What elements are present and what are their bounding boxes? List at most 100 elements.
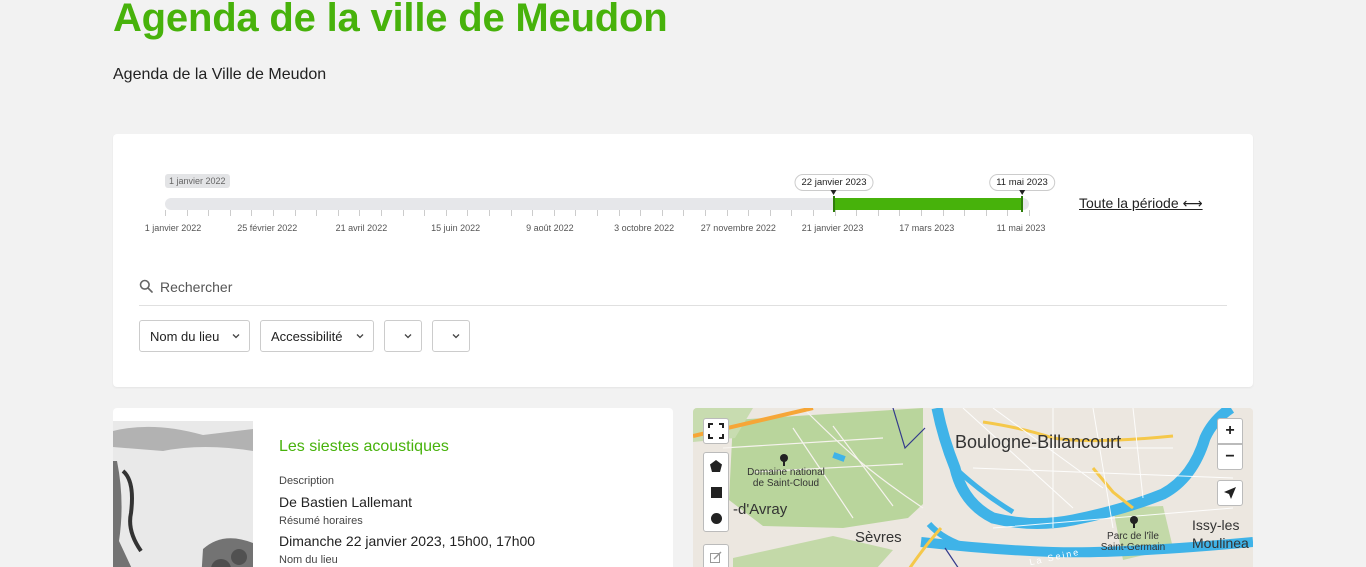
chevron-down-icon bbox=[356, 334, 364, 339]
timeline-tick bbox=[1029, 210, 1030, 216]
draw-toolbar bbox=[703, 452, 729, 532]
timeline-start-handle[interactable]: 22 janvier 2023 bbox=[794, 174, 874, 195]
search-icon bbox=[139, 279, 153, 293]
draw-polygon-button[interactable] bbox=[704, 453, 728, 479]
polygon-icon bbox=[710, 460, 722, 472]
draw-circle-button[interactable] bbox=[704, 505, 728, 531]
fullscreen-icon bbox=[708, 423, 724, 439]
timeline-tick bbox=[165, 210, 166, 216]
timeline-tick bbox=[208, 210, 210, 216]
timeline-tick-label: 9 août 2022 bbox=[526, 223, 574, 233]
tree-icon bbox=[780, 454, 788, 466]
timeline-tick bbox=[640, 210, 642, 216]
chevron-down-icon bbox=[452, 334, 460, 339]
schedule-label: Résumé horaires bbox=[279, 515, 363, 527]
filter-dropdown-4[interactable] bbox=[432, 320, 470, 352]
timeline-selected-range[interactable] bbox=[833, 196, 1023, 212]
schedule-value: Dimanche 22 janvier 2023, 15h00, 17h00 bbox=[279, 533, 536, 549]
all-period-link[interactable]: Toute la période ⟷ bbox=[1079, 195, 1203, 212]
zoom-out-button[interactable]: − bbox=[1217, 444, 1243, 470]
timeline-tick bbox=[575, 210, 577, 216]
timeline-tick bbox=[381, 210, 382, 216]
timeline-tick bbox=[856, 210, 858, 216]
search-bar bbox=[139, 272, 1227, 306]
timeline-tick bbox=[942, 210, 944, 216]
map-label-davray: -d'Avray bbox=[733, 501, 788, 518]
map-label-domaine: Domaine national de Saint-Cloud bbox=[747, 467, 825, 489]
draw-rectangle-button[interactable] bbox=[704, 479, 728, 505]
fullscreen-button[interactable] bbox=[703, 418, 729, 444]
edit-icon bbox=[710, 551, 722, 563]
venue-name-dropdown[interactable]: Nom du lieu bbox=[139, 320, 250, 352]
map-label-boulogne: Boulogne-Billancourt bbox=[955, 432, 1122, 452]
timeline-ticks bbox=[165, 210, 1030, 216]
timeline-tick-label: 1 janvier 2022 bbox=[144, 223, 202, 233]
timeline-tick bbox=[510, 210, 512, 216]
timeline-tick bbox=[553, 210, 555, 216]
timeline-tick-label: 17 mars 2023 bbox=[899, 223, 955, 233]
timeline-tick bbox=[186, 210, 188, 216]
timeline-tick-label: 21 janvier 2023 bbox=[801, 223, 864, 233]
timeline-tick bbox=[229, 210, 231, 216]
timeline-end-handle[interactable]: 11 mai 2023 bbox=[989, 174, 1055, 195]
timeline-tick bbox=[748, 210, 750, 216]
map-label-sevres: Sèvres bbox=[855, 529, 902, 546]
rectangle-icon bbox=[710, 486, 722, 498]
tree-icon bbox=[1130, 516, 1138, 528]
timeline-tick bbox=[273, 210, 274, 216]
timeline-tick bbox=[985, 210, 987, 216]
timeline-tick bbox=[597, 210, 598, 216]
event-title[interactable]: Les siestes acoustiques bbox=[279, 438, 449, 456]
timeline-tick-label: 3 octobre 2022 bbox=[614, 223, 675, 233]
timeline-tick bbox=[467, 210, 469, 216]
venue-label: Nom du lieu bbox=[279, 554, 338, 566]
timeline-min-label: 1 janvier 2022 bbox=[165, 174, 230, 188]
locate-button[interactable] bbox=[1217, 480, 1243, 506]
timeline-tick bbox=[683, 210, 685, 216]
filter-dropdown-3[interactable] bbox=[384, 320, 422, 352]
timeline-tick bbox=[359, 210, 361, 216]
accessibility-dropdown-label: Accessibilité bbox=[271, 328, 343, 344]
circle-icon bbox=[710, 512, 722, 524]
event-image bbox=[113, 421, 253, 567]
timeline-tick bbox=[424, 210, 426, 216]
description-value: De Bastien Lallemant bbox=[279, 494, 413, 510]
zoom-in-button[interactable]: + bbox=[1217, 418, 1243, 444]
timeline-tick bbox=[769, 210, 771, 216]
timeline-tick bbox=[316, 210, 318, 216]
accessibility-dropdown[interactable]: Accessibilité bbox=[260, 320, 374, 352]
timeline-tick bbox=[899, 210, 901, 216]
timeline-tick bbox=[877, 210, 879, 216]
timeline-tick bbox=[294, 210, 296, 216]
timeline-tick-label: 27 novembre 2022 bbox=[700, 223, 776, 233]
timeline-tick bbox=[1007, 210, 1009, 216]
timeline-tick bbox=[661, 210, 663, 216]
filter-panel: 1 janvier 2022 22 janvier 2023 11 mai 20… bbox=[113, 134, 1253, 387]
timeline-tick bbox=[489, 210, 490, 216]
timeline-tick-label: 15 juin 2022 bbox=[431, 223, 481, 233]
edit-layers-button[interactable] bbox=[703, 544, 729, 567]
map-label-parc: Parc de l'île Saint-Germain bbox=[1100, 531, 1166, 553]
timeline-tick bbox=[251, 210, 253, 216]
timeline-tick bbox=[726, 210, 728, 216]
timeline-tick-label: 25 février 2022 bbox=[237, 223, 298, 233]
map[interactable]: Boulogne-Billancourt Domaine national de… bbox=[693, 408, 1253, 567]
event-card[interactable]: Les siestes acoustiques Description De B… bbox=[113, 408, 673, 567]
timeline-tick bbox=[834, 210, 836, 216]
chevron-down-icon bbox=[404, 334, 412, 339]
timeline-tick bbox=[921, 210, 922, 216]
navigation-arrow-icon bbox=[1224, 487, 1236, 499]
timeline-tick bbox=[402, 210, 404, 216]
search-input[interactable] bbox=[160, 274, 1220, 300]
timeline-tick bbox=[445, 210, 447, 216]
timeline-tick-label: 21 avril 2022 bbox=[335, 223, 388, 233]
timeline-tick bbox=[964, 210, 966, 216]
timeline-tick bbox=[705, 210, 706, 216]
chevron-down-icon bbox=[232, 334, 240, 339]
timeline-tick-label: 11 mai 2023 bbox=[996, 223, 1046, 233]
timeline-tick bbox=[337, 210, 339, 216]
timeline-tick bbox=[618, 210, 620, 216]
venue-name-dropdown-label: Nom du lieu bbox=[150, 328, 220, 344]
timeline-tick bbox=[532, 210, 534, 216]
map-label-issy: Issy-les Moulinea bbox=[1192, 517, 1249, 551]
